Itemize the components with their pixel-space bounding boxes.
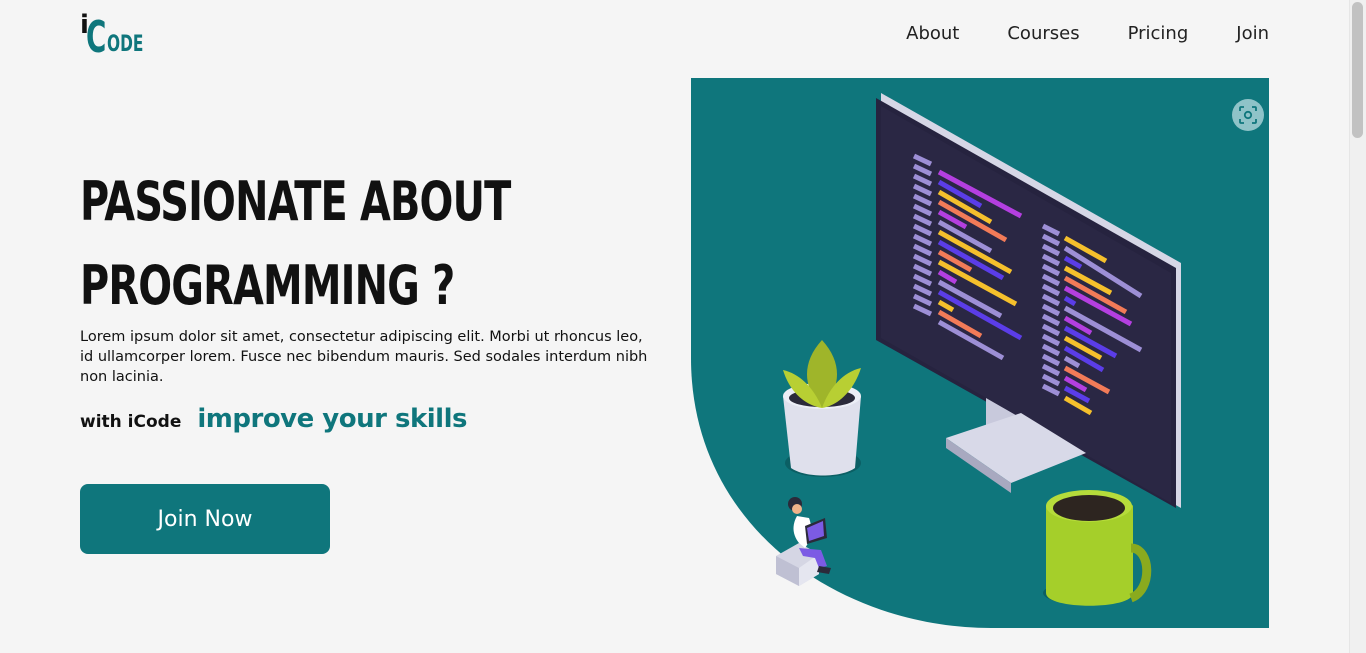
improve-skills-label: improve your skills [197, 404, 467, 434]
scrollbar-thumb[interactable] [1352, 2, 1363, 138]
logo-c: C [86, 12, 107, 63]
main-nav: About Courses Pricing Join [906, 22, 1269, 46]
tagline: with iCode improve your skills [80, 404, 467, 434]
page-scrollbar[interactable] [1349, 0, 1366, 653]
hero-description: Lorem ipsum dolor sit amet, consectetur … [80, 329, 648, 385]
nav-courses[interactable]: Courses [1007, 22, 1079, 46]
visual-search-icon [1239, 106, 1257, 124]
nav-about[interactable]: About [906, 22, 959, 46]
developer-desk-illustration [691, 78, 1269, 628]
logo-rest: ODE [107, 32, 144, 57]
with-icode-label: with iCode [80, 412, 182, 432]
hero-title-line1: Passionate about [80, 170, 511, 233]
hero-title: Passionate about programming ? [80, 160, 572, 328]
visual-search-button[interactable] [1232, 99, 1264, 131]
logo[interactable]: i C ODE [80, 12, 150, 60]
hero-title-line2: programming ? [80, 254, 455, 317]
nav-join[interactable]: Join [1236, 22, 1269, 46]
join-now-button[interactable]: Join Now [80, 484, 330, 554]
nav-pricing[interactable]: Pricing [1128, 22, 1189, 46]
